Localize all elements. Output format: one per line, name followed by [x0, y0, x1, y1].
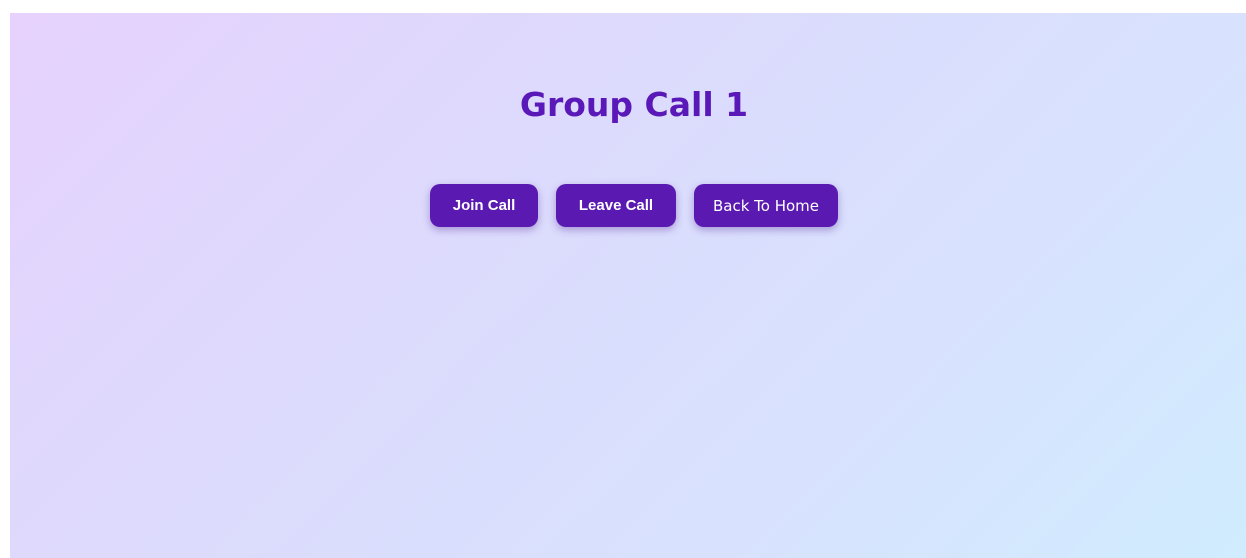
- page-background: Group Call 1 Join Call Leave Call Back T…: [10, 13, 1246, 558]
- join-call-button[interactable]: Join Call: [430, 184, 538, 227]
- page-title: Group Call 1: [519, 85, 749, 124]
- leave-call-button[interactable]: Leave Call: [556, 184, 676, 227]
- back-to-home-button[interactable]: Back To Home: [694, 184, 838, 227]
